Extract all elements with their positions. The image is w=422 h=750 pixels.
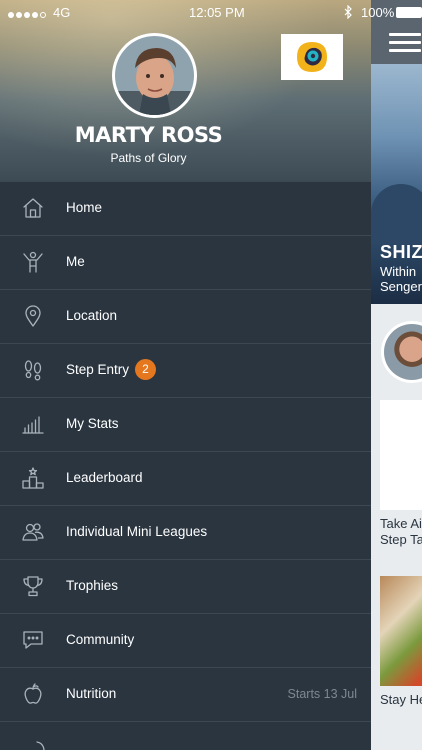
menu-item-leaderboard[interactable]: Leaderboard — [0, 451, 371, 505]
profile-team: Paths of Glory — [110, 151, 187, 165]
hero-banner[interactable]: SHIZUC Within Senger — [371, 64, 422, 304]
profile-avatar[interactable] — [112, 33, 197, 118]
menu-item-me[interactable]: Me — [0, 235, 371, 289]
menu-item-community[interactable]: Community — [0, 613, 371, 667]
feed-card-image[interactable] — [380, 400, 422, 510]
footprints-icon — [21, 358, 45, 382]
hero-title: SHIZUC — [380, 242, 422, 262]
person-icon — [21, 250, 45, 274]
feed-card-title[interactable]: Take Ai — [380, 516, 422, 531]
menu-item-mini-leagues[interactable]: Individual Mini Leagues — [0, 505, 371, 559]
feed-card-subtitle[interactable]: Step Ta — [380, 532, 422, 547]
feed-avatar[interactable] — [381, 321, 422, 383]
bluetooth-icon — [343, 4, 353, 22]
hero-subtitle-line1: Within — [380, 264, 417, 279]
menu-item-label: Leaderboard — [66, 470, 143, 485]
clock: 12:05 PM — [189, 5, 245, 20]
menu-item-label: Trophies — [66, 578, 119, 593]
menu-item-label: Step Entry — [66, 362, 130, 377]
menu-item-step-entry[interactable]: Step Entry 2 — [0, 343, 371, 397]
menu-item-next-partial[interactable] — [0, 721, 371, 750]
menu-item-label: Individual Mini Leagues — [66, 524, 208, 539]
menu-item-label: Me — [66, 254, 85, 269]
home-icon — [21, 196, 45, 220]
hero-subtitle-line2: Senger — [380, 279, 422, 294]
signal-strength-icon — [8, 6, 46, 21]
menu-item-nutrition[interactable]: Nutrition Starts 13 Jul — [0, 667, 371, 721]
podium-icon — [21, 466, 45, 490]
profile-name: MARTY ROSS — [74, 123, 223, 147]
network-type: 4G — [53, 5, 71, 20]
brand-logo — [281, 34, 343, 80]
battery-percentage: 100% — [361, 5, 395, 20]
people-icon — [21, 520, 45, 544]
main-content: SHIZUC Within Senger Take Ai Step Ta Sta… — [371, 0, 422, 750]
menu-item-label: Community — [66, 632, 135, 647]
bar-chart-icon — [21, 412, 45, 436]
sleep-icon — [21, 736, 45, 750]
feed-card-food-image[interactable] — [380, 576, 422, 686]
menu-item-home[interactable]: Home — [0, 181, 371, 235]
side-drawer: MARTY ROSS Paths of Glory Home Me Locati… — [0, 0, 371, 750]
apple-icon — [21, 682, 45, 706]
start-date-note: Starts 13 Jul — [287, 687, 357, 701]
menu-item-location[interactable]: Location — [0, 289, 371, 343]
hamburger-menu-icon[interactable] — [389, 33, 421, 52]
chat-bubble-icon — [21, 628, 45, 652]
trophy-icon — [21, 574, 45, 598]
menu-item-label: Home — [66, 200, 103, 215]
menu-item-label: My Stats — [66, 416, 119, 431]
status-bar: 4G 12:05 PM 100% — [0, 0, 422, 24]
menu-item-my-stats[interactable]: My Stats — [0, 397, 371, 451]
notification-badge: 2 — [135, 359, 156, 380]
feed-card-food-title[interactable]: Stay He — [380, 692, 422, 707]
feed: Take Ai Step Ta Stay He — [371, 304, 422, 750]
mountain-image — [371, 184, 422, 244]
menu-item-label: Location — [66, 308, 118, 323]
menu-item-trophies[interactable]: Trophies — [0, 559, 371, 613]
location-pin-icon — [21, 304, 45, 328]
battery-icon — [396, 7, 422, 18]
drawer-menu: Home Me Location Step Entry 2 My Stats L… — [0, 181, 371, 750]
menu-item-label: Nutrition — [66, 686, 117, 701]
